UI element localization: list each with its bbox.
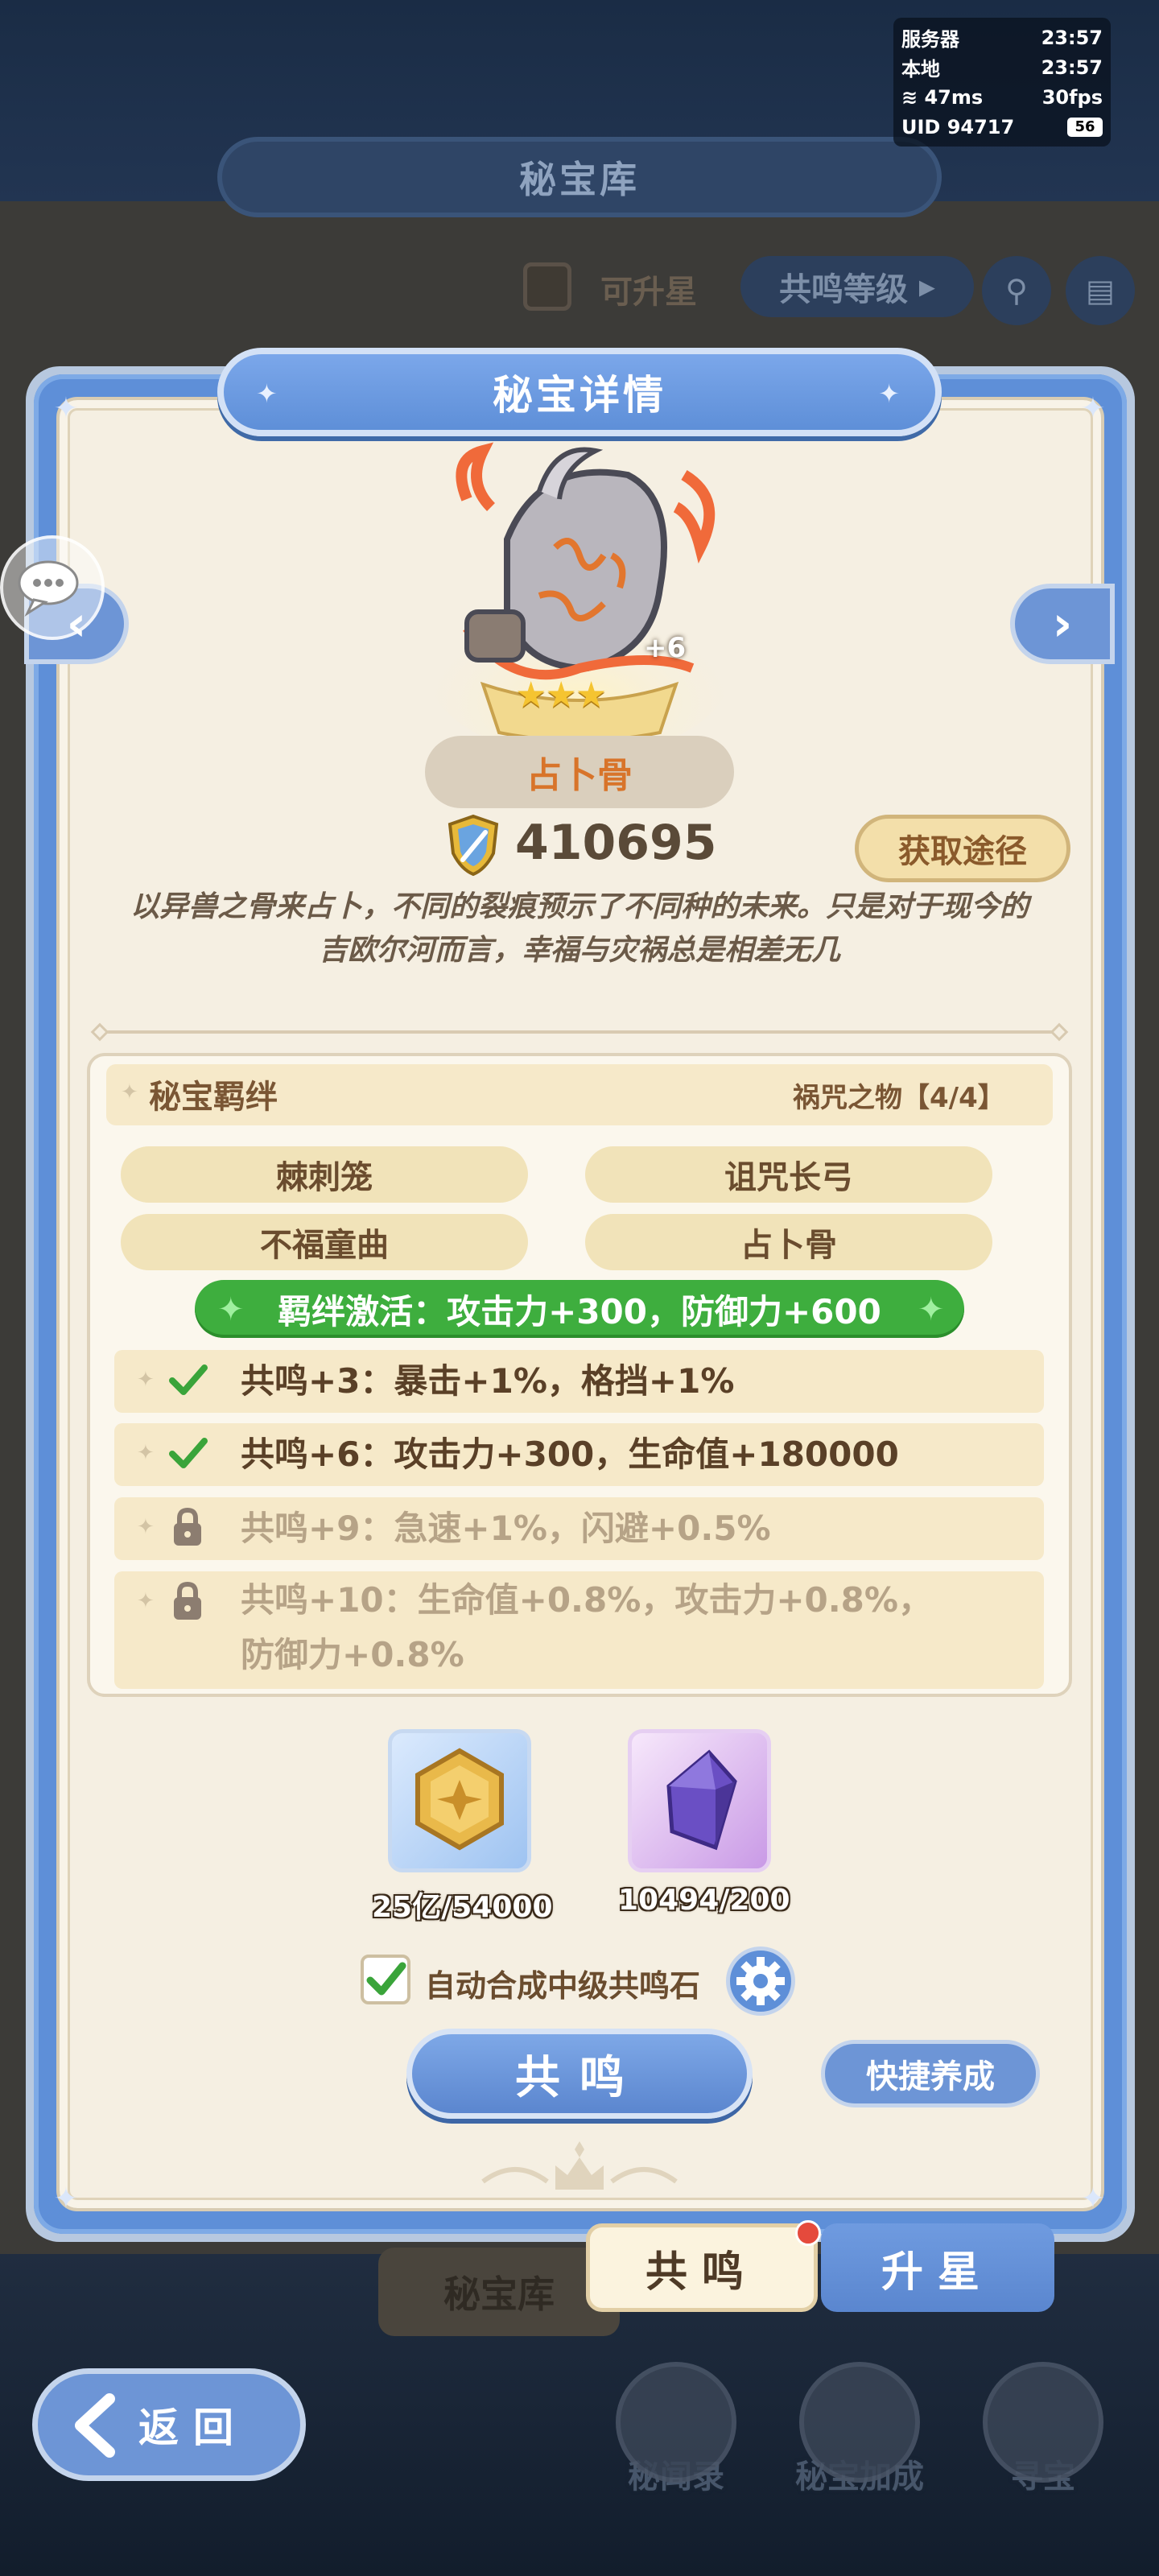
enhance-level-badge: +6 bbox=[644, 632, 687, 664]
star-rating: ★★★ bbox=[515, 675, 607, 716]
local-label: 本地 bbox=[901, 58, 940, 80]
bond-effect-row: ✦ 共鸣+9：急速+1%，闪避+0.5% bbox=[114, 1497, 1044, 1560]
auto-synthesize-settings-button[interactable] bbox=[726, 1946, 795, 2016]
sparkle-icon: ✦ bbox=[217, 1291, 245, 1328]
local-time: 23:57 bbox=[1041, 56, 1103, 79]
nav-lore-button[interactable]: 秘闻录 bbox=[596, 2362, 757, 2523]
bond-effect-text: 共鸣+9：急速+1%，闪避+0.5% bbox=[241, 1509, 771, 1548]
combat-power-icon bbox=[448, 814, 499, 877]
corner-star-icon: ✦ bbox=[53, 2182, 79, 2215]
bond-active-text: 羁绊激活：攻击力+300，防御力+600 bbox=[278, 1291, 881, 1331]
checkmark-icon bbox=[169, 1364, 208, 1395]
sparkle-icon: ✦ bbox=[121, 1080, 138, 1104]
bond-member[interactable]: 棘刺笼 bbox=[121, 1146, 528, 1203]
resonate-button[interactable]: 共鸣 bbox=[406, 2029, 753, 2119]
sparkle-icon: ✦ bbox=[137, 1368, 155, 1392]
material-count: 25亿/54000 bbox=[372, 1891, 553, 1924]
resonance-coin-slot[interactable] bbox=[388, 1729, 531, 1872]
obtain-source-button[interactable]: 获取途径 bbox=[855, 815, 1070, 882]
checkmark-icon bbox=[366, 1962, 406, 1996]
bond-member[interactable]: 不福童曲 bbox=[121, 1214, 528, 1270]
chevron-right-icon: ▸ bbox=[907, 268, 935, 305]
upgradable-checkbox bbox=[523, 262, 571, 311]
bond-active-banner: 羁绊激活：攻击力+300，防御力+600 bbox=[195, 1280, 964, 1338]
sort-label: 共鸣等级 bbox=[778, 271, 908, 308]
bond-effect-row: ✦ 共鸣+6：攻击力+300，生命值+180000 bbox=[114, 1423, 1044, 1486]
corner-star-icon: ✦ bbox=[1080, 2182, 1106, 2215]
combat-power-value: 410695 bbox=[515, 815, 717, 871]
notification-dot bbox=[795, 2220, 821, 2246]
battery-icon: 56 bbox=[1067, 117, 1103, 137]
bond-effect-text: 共鸣+3：暴击+1%，格挡+1% bbox=[241, 1361, 735, 1401]
corner-star-icon: ✦ bbox=[53, 392, 79, 425]
chevron-right-icon: › bbox=[1052, 596, 1073, 652]
star-icon: ✦ bbox=[256, 378, 281, 409]
bond-member[interactable]: 占卜骨 bbox=[585, 1214, 992, 1270]
background-page-title: 秘宝库 bbox=[217, 137, 942, 217]
filter-icon: ⚲ bbox=[982, 256, 1051, 325]
sort-dropdown: 共鸣等级 ▸ bbox=[740, 256, 974, 317]
chat-button[interactable] bbox=[0, 535, 105, 640]
server-time: 23:57 bbox=[1041, 26, 1103, 49]
nav-bonus-button[interactable]: 秘宝加成 bbox=[779, 2362, 940, 2523]
bottom-crest-ornament bbox=[481, 2141, 678, 2190]
resonance-crystal-slot[interactable] bbox=[628, 1729, 771, 1872]
bond-effect-text-continued: 防御力+0.8% bbox=[241, 1635, 464, 1674]
material-count: 10494/200 bbox=[618, 1884, 790, 1917]
upgradable-label: 可升星 bbox=[600, 274, 697, 311]
bond-member[interactable]: 诅咒长弓 bbox=[585, 1146, 992, 1203]
book-icon: ▤ bbox=[1066, 256, 1135, 325]
modal-title-text: 秘宝详情 bbox=[493, 372, 666, 419]
sparkle-icon: ✦ bbox=[137, 1515, 155, 1539]
chat-icon bbox=[18, 560, 79, 617]
bond-effect-row: ✦ 共鸣+3：暴击+1%，格挡+1% bbox=[114, 1350, 1044, 1413]
bond-effect-text: 共鸣+10：生命值+0.8%，攻击力+0.8%， bbox=[241, 1580, 932, 1620]
server-label: 服务器 bbox=[901, 28, 959, 51]
bond-effect-text: 共鸣+6：攻击力+300，生命值+180000 bbox=[241, 1435, 899, 1474]
network-status-overlay: 服务器 23:57 本地 23:57 ≋ 47ms 30fps UID 94717 56 bbox=[893, 18, 1111, 147]
upgrade-arrow-icon bbox=[799, 2362, 920, 2483]
bond-title: 秘宝羁绊 bbox=[149, 1079, 278, 1116]
tab-treasury: 秘宝库 bbox=[378, 2248, 620, 2336]
back-arrow-icon bbox=[75, 2393, 115, 2458]
quick-develop-button[interactable]: 快捷养成 bbox=[821, 2040, 1040, 2107]
lock-icon bbox=[174, 1507, 201, 1546]
gold-coin-icon bbox=[415, 1748, 504, 1851]
tab-resonate[interactable]: 共鸣 bbox=[586, 2223, 818, 2312]
modal-title: ✦ 秘宝详情 ✦ bbox=[217, 348, 942, 436]
ping-value: 47ms bbox=[924, 85, 984, 109]
sparkle-icon: ✦ bbox=[918, 1291, 945, 1328]
gear-icon bbox=[736, 1957, 785, 2005]
treasure-map-icon bbox=[983, 2362, 1103, 2483]
nav-treasure-hunt-button[interactable]: 寻宝 bbox=[963, 2362, 1124, 2523]
purple-crystal-icon bbox=[666, 1749, 737, 1851]
artifact-name: 占卜骨 bbox=[425, 736, 734, 808]
star-icon: ✦ bbox=[878, 378, 903, 409]
sparkle-icon: ✦ bbox=[137, 1589, 155, 1613]
sparkle-icon: ✦ bbox=[137, 1441, 155, 1465]
uid-label: UID 94717 bbox=[901, 115, 1015, 138]
fps-value: 30fps bbox=[1041, 85, 1103, 109]
bond-effect-row: ✦ 共鸣+10：生命值+0.8%，攻击力+0.8%， 防御力+0.8% bbox=[114, 1571, 1044, 1689]
lock-icon bbox=[174, 1581, 201, 1620]
bond-set-name: 祸咒之物【4/4】 bbox=[793, 1082, 1005, 1114]
checkmark-icon bbox=[169, 1438, 208, 1468]
divider bbox=[97, 1030, 1062, 1034]
auto-synthesize-label: 自动合成中级共鸣石 bbox=[425, 1968, 701, 2004]
background-filter-row: 可升星 共鸣等级 ▸ ⚲ ▤ bbox=[523, 256, 1135, 325]
next-artifact-button[interactable]: › bbox=[1010, 584, 1115, 664]
auto-synthesize-checkbox[interactable] bbox=[361, 1955, 410, 2004]
tab-upgrade-star[interactable]: 升星 bbox=[821, 2223, 1054, 2312]
scroll-icon bbox=[616, 2362, 736, 2483]
artifact-description: 以异兽之骨来占卜，不同的裂痕预示了不同种的未来。只是对于现今的吉欧尔河而言，幸福… bbox=[130, 890, 1029, 967]
corner-star-icon: ✦ bbox=[1080, 392, 1106, 425]
wifi-icon: ≋ bbox=[901, 85, 925, 109]
